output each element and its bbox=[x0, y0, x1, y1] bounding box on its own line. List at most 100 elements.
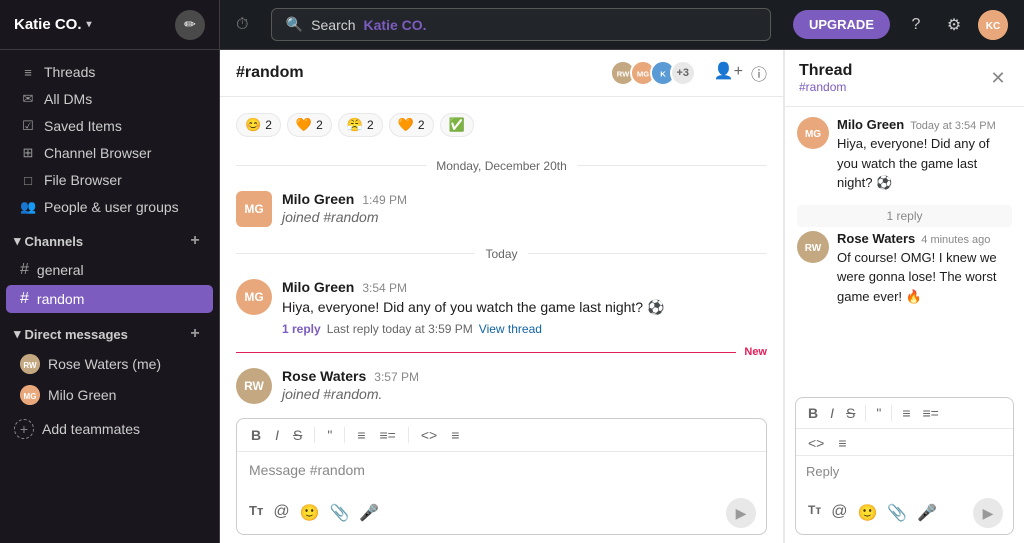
text-format-icon[interactable]: Tт bbox=[247, 501, 265, 525]
emoji-reactions: 😊 2 🧡 2 😤 2 🧡 2 ✅ bbox=[236, 105, 767, 145]
channel-info-icon[interactable]: ⓘ bbox=[751, 61, 767, 85]
people-icon: 👥 bbox=[20, 199, 36, 215]
thread-at-icon[interactable]: @ bbox=[829, 501, 849, 525]
date-monday-label: Monday, December 20th bbox=[426, 159, 577, 173]
reaction-1[interactable]: 😊 2 bbox=[236, 113, 281, 137]
add-teammates-button[interactable]: + Add teammates bbox=[0, 411, 219, 447]
thread-bullet-btn[interactable]: ≡ bbox=[898, 403, 914, 423]
message-input[interactable]: Message #random bbox=[237, 452, 766, 492]
dm-item-rose[interactable]: RW Rose Waters (me) bbox=[6, 349, 213, 379]
channel-item-random[interactable]: # random bbox=[6, 285, 213, 313]
strike-btn[interactable]: S bbox=[289, 425, 306, 445]
sidebar-item-threads[interactable]: ≡ Threads bbox=[6, 59, 213, 85]
user-avatar-nav[interactable]: KC bbox=[978, 10, 1008, 40]
sidebar-item-channel-browser[interactable]: ⊞ Channel Browser bbox=[6, 140, 213, 166]
thread-codeblock-btn[interactable]: ≡ bbox=[834, 433, 850, 453]
workspace-name[interactable]: Katie CO. ▾ bbox=[14, 16, 92, 33]
thread-avatar-rose: RW bbox=[797, 231, 829, 263]
thread-divider-1 bbox=[865, 405, 866, 421]
italic-btn[interactable]: I bbox=[271, 425, 283, 445]
sidebar-item-people-groups[interactable]: 👥 People & user groups bbox=[6, 194, 213, 220]
thread-send-button[interactable]: ▶ bbox=[973, 498, 1003, 528]
reaction-2[interactable]: 🧡 2 bbox=[287, 113, 332, 137]
add-member-icon[interactable]: 👤+ bbox=[714, 61, 743, 85]
sidebar-item-file-browser[interactable]: □ File Browser bbox=[6, 167, 213, 193]
at-icon[interactable]: @ bbox=[271, 501, 291, 525]
message-time-milo-2: 3:54 PM bbox=[362, 281, 407, 295]
add-dm-button[interactable]: + bbox=[185, 324, 205, 344]
thread-mic-icon[interactable]: 🎤 bbox=[915, 501, 939, 525]
thread-close-button[interactable]: ✕ bbox=[986, 66, 1010, 90]
search-input[interactable]: 🔍 Search Katie CO. bbox=[271, 8, 771, 41]
top-nav: ⏱ 🔍 Search Katie CO. UPGRADE ? ⚙ KC bbox=[220, 0, 1024, 50]
thread-code-btn[interactable]: <> bbox=[804, 433, 828, 453]
emoji-icon[interactable]: 🙂 bbox=[298, 501, 322, 525]
message-content-milo-1: Milo Green 1:49 PM joined #random bbox=[282, 191, 767, 227]
thread-message-rose: RW Rose Waters 4 minutes ago Of course! … bbox=[797, 231, 1012, 307]
channels-section-header[interactable]: ▾ Channels + bbox=[0, 221, 219, 255]
attach-icon[interactable]: 📎 bbox=[327, 501, 351, 525]
mic-icon[interactable]: 🎤 bbox=[357, 501, 381, 525]
search-workspace-tag: Katie CO. bbox=[364, 17, 427, 33]
sidebar-item-all-dms-label: All DMs bbox=[44, 91, 92, 107]
thread-emoji-icon[interactable]: 🙂 bbox=[855, 501, 879, 525]
file-browser-icon: □ bbox=[20, 173, 36, 188]
thread-quote-btn[interactable]: " bbox=[872, 403, 885, 423]
message-author-milo-1: Milo Green bbox=[282, 191, 354, 207]
message-header-milo-2: Milo Green 3:54 PM bbox=[282, 279, 767, 295]
message-input-area[interactable]: B I S " ≡ ≡= <> ≡ Message #random bbox=[236, 418, 767, 535]
sidebar-item-saved-items[interactable]: ☑ Saved Items bbox=[6, 113, 213, 139]
thread-italic-btn[interactable]: I bbox=[826, 403, 838, 423]
ordered-btn[interactable]: ≡= bbox=[376, 425, 400, 445]
message-avatar-milo-2: MG bbox=[236, 279, 272, 315]
reply-link-milo[interactable]: 1 reply Last reply today at 3:59 PM View… bbox=[282, 322, 767, 336]
thread-reply-input[interactable]: Reply bbox=[796, 456, 1013, 492]
channel-random-label: random bbox=[37, 291, 84, 307]
view-thread-link[interactable]: View thread bbox=[479, 322, 542, 336]
code-block-btn[interactable]: ≡ bbox=[447, 425, 463, 445]
bullet-btn[interactable]: ≡ bbox=[353, 425, 369, 445]
channel-item-general[interactable]: # general bbox=[6, 256, 213, 284]
thread-divider-2 bbox=[891, 405, 892, 421]
workspace-chevron: ▾ bbox=[87, 19, 92, 30]
sidebar-item-file-browser-label: File Browser bbox=[44, 172, 122, 188]
message-milo-game: MG Milo Green 3:54 PM Hiya, everyone! Di… bbox=[236, 273, 767, 342]
svg-text:MG: MG bbox=[24, 392, 37, 401]
reaction-3[interactable]: 😤 2 bbox=[338, 113, 383, 137]
help-button[interactable]: ? bbox=[902, 11, 930, 39]
date-today-label: Today bbox=[475, 247, 527, 261]
bold-btn[interactable]: B bbox=[247, 425, 265, 445]
channels-section-label: Channels bbox=[25, 234, 185, 249]
search-bar[interactable]: 🔍 Search Katie CO. bbox=[271, 8, 771, 41]
reaction-4[interactable]: 🧡 2 bbox=[389, 113, 434, 137]
thread-title: Thread bbox=[799, 62, 852, 80]
message-content-rose: Rose Waters 3:57 PM joined #random. bbox=[282, 368, 767, 404]
messages-area[interactable]: 😊 2 🧡 2 😤 2 🧡 2 ✅ Monday, December 20th … bbox=[220, 97, 783, 410]
dm-section-header[interactable]: ▾ Direct messages + bbox=[0, 314, 219, 348]
nav-arrows[interactable]: ⏱ bbox=[236, 16, 248, 34]
hash-icon-random: # bbox=[20, 290, 29, 308]
edit-button[interactable]: ✏ bbox=[175, 10, 205, 40]
code-btn[interactable]: <> bbox=[417, 425, 441, 445]
thread-strike-btn[interactable]: S bbox=[842, 403, 859, 423]
channel-avatars: RW MG K +3 bbox=[610, 60, 696, 86]
thread-ordered-btn[interactable]: ≡= bbox=[919, 403, 943, 423]
thread-attach-icon[interactable]: 📎 bbox=[885, 501, 909, 525]
bell-button[interactable]: ⚙ bbox=[940, 11, 968, 39]
upgrade-button[interactable]: UPGRADE bbox=[793, 10, 890, 39]
message-author-rose: Rose Waters bbox=[282, 368, 366, 384]
thread-messages[interactable]: MG Milo Green Today at 3:54 PM Hiya, eve… bbox=[785, 107, 1024, 389]
thread-text-format-icon[interactable]: Tт bbox=[806, 501, 823, 525]
dm-item-milo[interactable]: MG Milo Green bbox=[6, 380, 213, 410]
reaction-5[interactable]: ✅ bbox=[440, 113, 474, 137]
sidebar-item-all-dms[interactable]: ✉ All DMs bbox=[6, 86, 213, 112]
send-button[interactable]: ▶ bbox=[726, 498, 756, 528]
thread-input-area[interactable]: B I S " ≡ ≡= <> ≡ Reply bbox=[795, 397, 1014, 535]
add-channel-button[interactable]: + bbox=[185, 231, 205, 251]
message-text-milo-joined: joined #random bbox=[282, 209, 767, 225]
thread-bold-btn[interactable]: B bbox=[804, 403, 822, 423]
back-icon[interactable]: ⏱ bbox=[236, 16, 248, 34]
add-teammates-label: Add teammates bbox=[42, 421, 140, 437]
quote-btn[interactable]: " bbox=[323, 425, 336, 445]
sidebar-item-channel-browser-label: Channel Browser bbox=[44, 145, 151, 161]
